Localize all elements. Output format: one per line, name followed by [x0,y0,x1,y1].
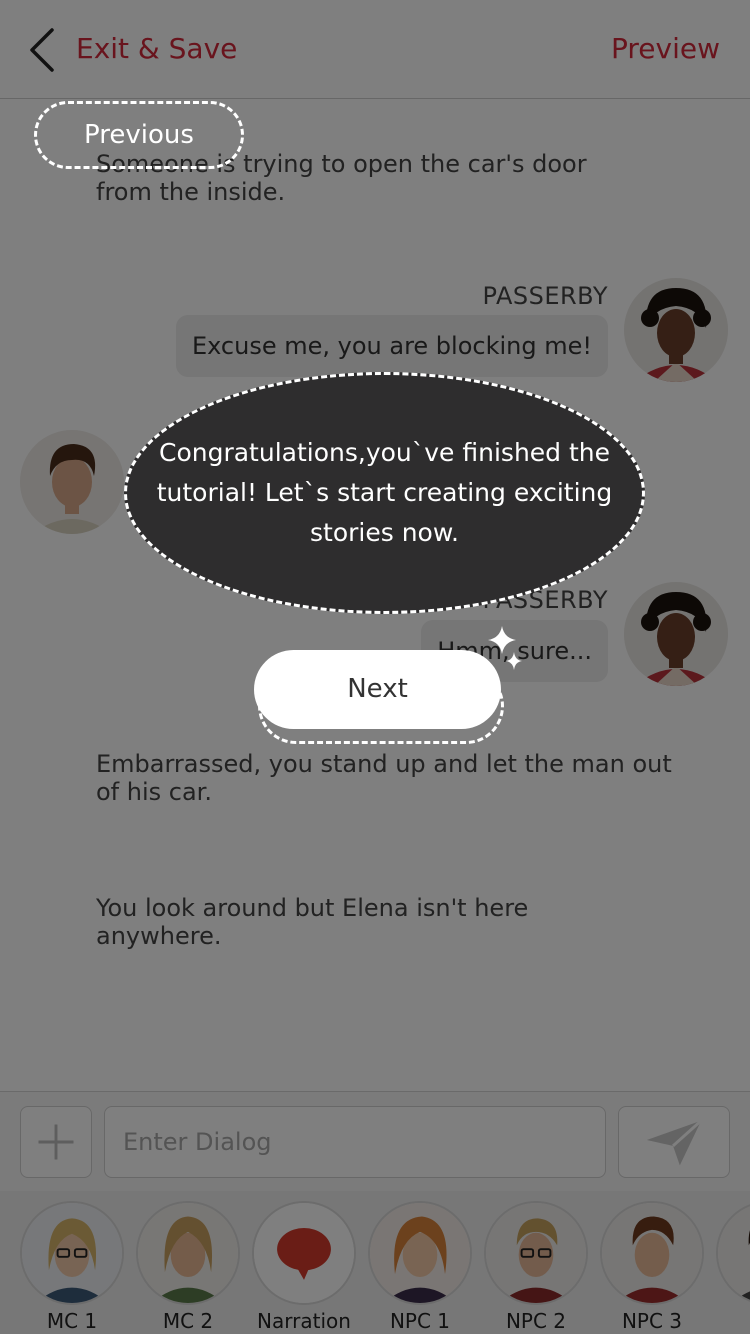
tutorial-message: Congratulations,you`ve finished the tuto… [156,438,613,547]
sparkle-icon [488,626,522,670]
next-button[interactable]: Next [254,650,501,729]
tutorial-message-bubble: Congratulations,you`ve finished the tuto… [124,372,645,614]
previous-button[interactable]: Previous [34,101,244,169]
